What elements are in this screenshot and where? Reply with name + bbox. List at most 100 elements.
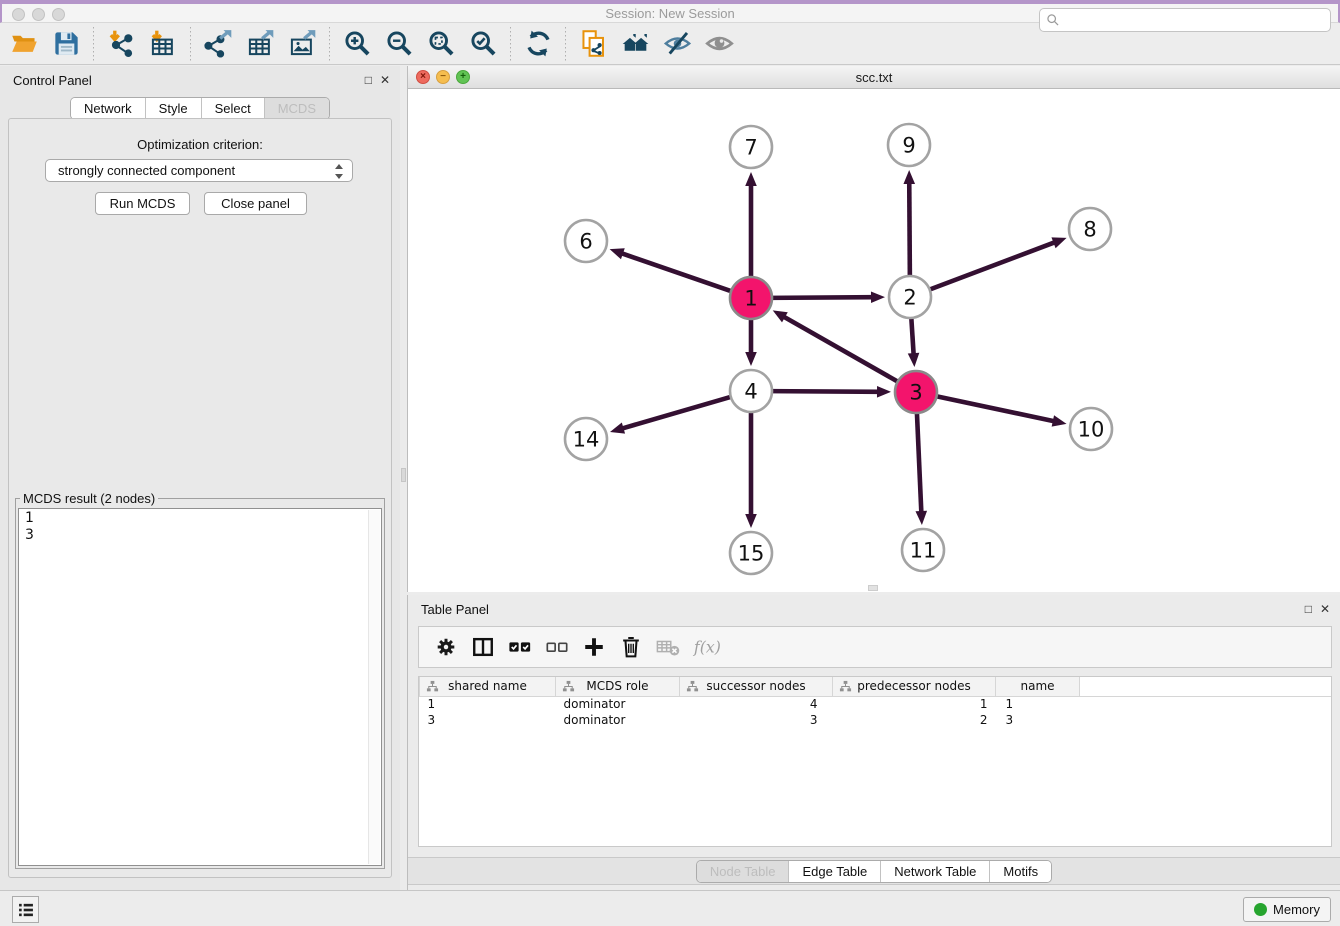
import-network-icon[interactable] [101,26,141,62]
column-header-shared-name[interactable]: shared name [420,677,556,696]
graph-edge-1-2[interactable] [770,297,873,298]
control-panel-title: Control Panel [13,73,92,88]
settings-gear-icon[interactable] [427,630,464,664]
table-cell[interactable]: 1 [420,696,556,712]
table-panel: Table Panel □ ✕ f(x) shared nameMCDS rol… [407,595,1340,890]
column-header-MCDS-role[interactable]: MCDS role [556,677,680,696]
close-panel-button[interactable]: Close panel [204,192,307,215]
graph-edge-arrow [1052,415,1067,426]
graph-edge-4-3[interactable] [770,391,879,392]
column-header-name[interactable]: name [996,677,1080,696]
memory-button[interactable]: Memory [1243,897,1331,922]
node-table-container: shared nameMCDS rolesuccessor nodesprede… [418,676,1332,847]
delete-row-icon[interactable] [612,630,649,664]
save-session-icon[interactable] [46,26,86,62]
table-toolbar: f(x) [418,626,1332,668]
table-row[interactable]: 1dominator411 [420,696,1332,712]
column-header-successor-nodes[interactable]: successor nodes [680,677,833,696]
graph-node-label-4: 4 [744,380,757,404]
import-table-icon[interactable] [143,26,183,62]
table-cell[interactable]: 3 [996,712,1080,728]
select-spinner-icon [333,163,345,183]
tab-node-table[interactable]: Node Table [697,861,789,882]
table-cell[interactable]: 3 [420,712,556,728]
table-cell-filler [1080,712,1332,728]
tab-select[interactable]: Select [201,98,264,119]
export-image-icon[interactable] [282,26,322,62]
graph-edge-1-6[interactable] [621,253,733,292]
result-scrollbar[interactable] [368,510,380,864]
tab-network[interactable]: Network [71,98,145,119]
hide-graphics-icon[interactable] [657,26,697,62]
graph-node-label-6: 6 [579,230,592,254]
splitter-grip[interactable] [401,468,406,482]
float-panel-icon[interactable]: □ [365,73,372,87]
split-columns-icon[interactable] [464,630,501,664]
table-cell-filler [1080,696,1332,712]
close-panel-icon[interactable]: ✕ [380,73,390,87]
table-cell[interactable]: 1 [996,696,1080,712]
memory-status-icon [1254,903,1267,916]
table-cell[interactable]: 2 [833,712,996,728]
column-tree-icon [686,680,699,693]
zoom-in-icon[interactable] [337,26,377,62]
table-cell[interactable]: 4 [680,696,833,712]
graph-edge-arrow [915,511,927,525]
control-panel: Control Panel □ ✕ NetworkStyleSelectMCDS… [0,66,400,890]
tab-style[interactable]: Style [145,98,201,119]
show-graphics-icon[interactable] [699,26,739,62]
close-table-panel-icon[interactable]: ✕ [1320,602,1330,616]
table-cell[interactable]: dominator [556,696,680,712]
network-window: × − + scc.txt 7968124314101511 [407,66,1340,592]
column-header-predecessor-nodes[interactable]: predecessor nodes [833,677,996,696]
search-input[interactable] [1064,12,1324,28]
network-canvas[interactable]: 7968124314101511 [408,89,1340,592]
criterion-select[interactable]: strongly connected component [45,159,353,182]
add-row-icon[interactable] [575,630,612,664]
open-file-icon[interactable] [4,26,44,62]
float-table-panel-icon[interactable]: □ [1305,602,1312,616]
tab-mcds[interactable]: MCDS [264,98,329,119]
column-tree-icon [562,680,575,693]
zoom-out-icon[interactable] [379,26,419,62]
graph-edge-2-9[interactable] [909,182,910,278]
graph-edge-arrow [745,352,757,366]
home-view-icon[interactable] [615,26,655,62]
delete-column-icon [649,630,686,664]
graph-node-label-2: 2 [903,286,916,310]
tab-motifs[interactable]: Motifs [989,861,1051,882]
zoom-selected-icon[interactable] [463,26,503,62]
mcds-result-text[interactable]: 1 3 [18,508,382,866]
graph-edge-3-10[interactable] [935,396,1055,421]
copy-network-icon[interactable] [573,26,613,62]
graph-edge-arrow [877,386,891,398]
table-cell[interactable]: 1 [833,696,996,712]
graph-edge-4-14[interactable] [622,396,733,428]
run-mcds-button[interactable]: Run MCDS [95,192,190,215]
search-box[interactable] [1039,8,1331,32]
canvas-resize-grip[interactable] [868,585,878,591]
table-cell[interactable]: 3 [680,712,833,728]
application-window: Session: New Session Control Panel □ ✕ N… [0,0,1340,926]
tab-edge-table[interactable]: Edge Table [788,861,880,882]
graph-edge-3-1[interactable] [783,316,899,382]
zoom-fit-icon[interactable] [421,26,461,62]
panel-splitter[interactable] [400,66,407,890]
tab-network-table[interactable]: Network Table [880,861,989,882]
table-cell[interactable]: dominator [556,712,680,728]
refresh-layout-icon[interactable] [518,26,558,62]
task-history-button[interactable] [12,896,39,923]
deselect-all-icon[interactable] [538,630,575,664]
graph-edge-arrow [1051,237,1066,248]
graph-edge-3-11[interactable] [917,411,922,513]
window-frame [0,0,1340,4]
table-row[interactable]: 3dominator323 [420,712,1332,728]
export-table-icon[interactable] [240,26,280,62]
table-tabs: Node TableEdge TableNetwork TableMotifs [696,860,1052,883]
select-all-icon[interactable] [501,630,538,664]
graph-node-label-11: 11 [910,539,937,563]
export-network-icon[interactable] [198,26,238,62]
graph-edge-2-3[interactable] [911,316,913,355]
node-table: shared nameMCDS rolesuccessor nodesprede… [419,677,1331,728]
graph-edge-2-8[interactable] [928,242,1056,290]
